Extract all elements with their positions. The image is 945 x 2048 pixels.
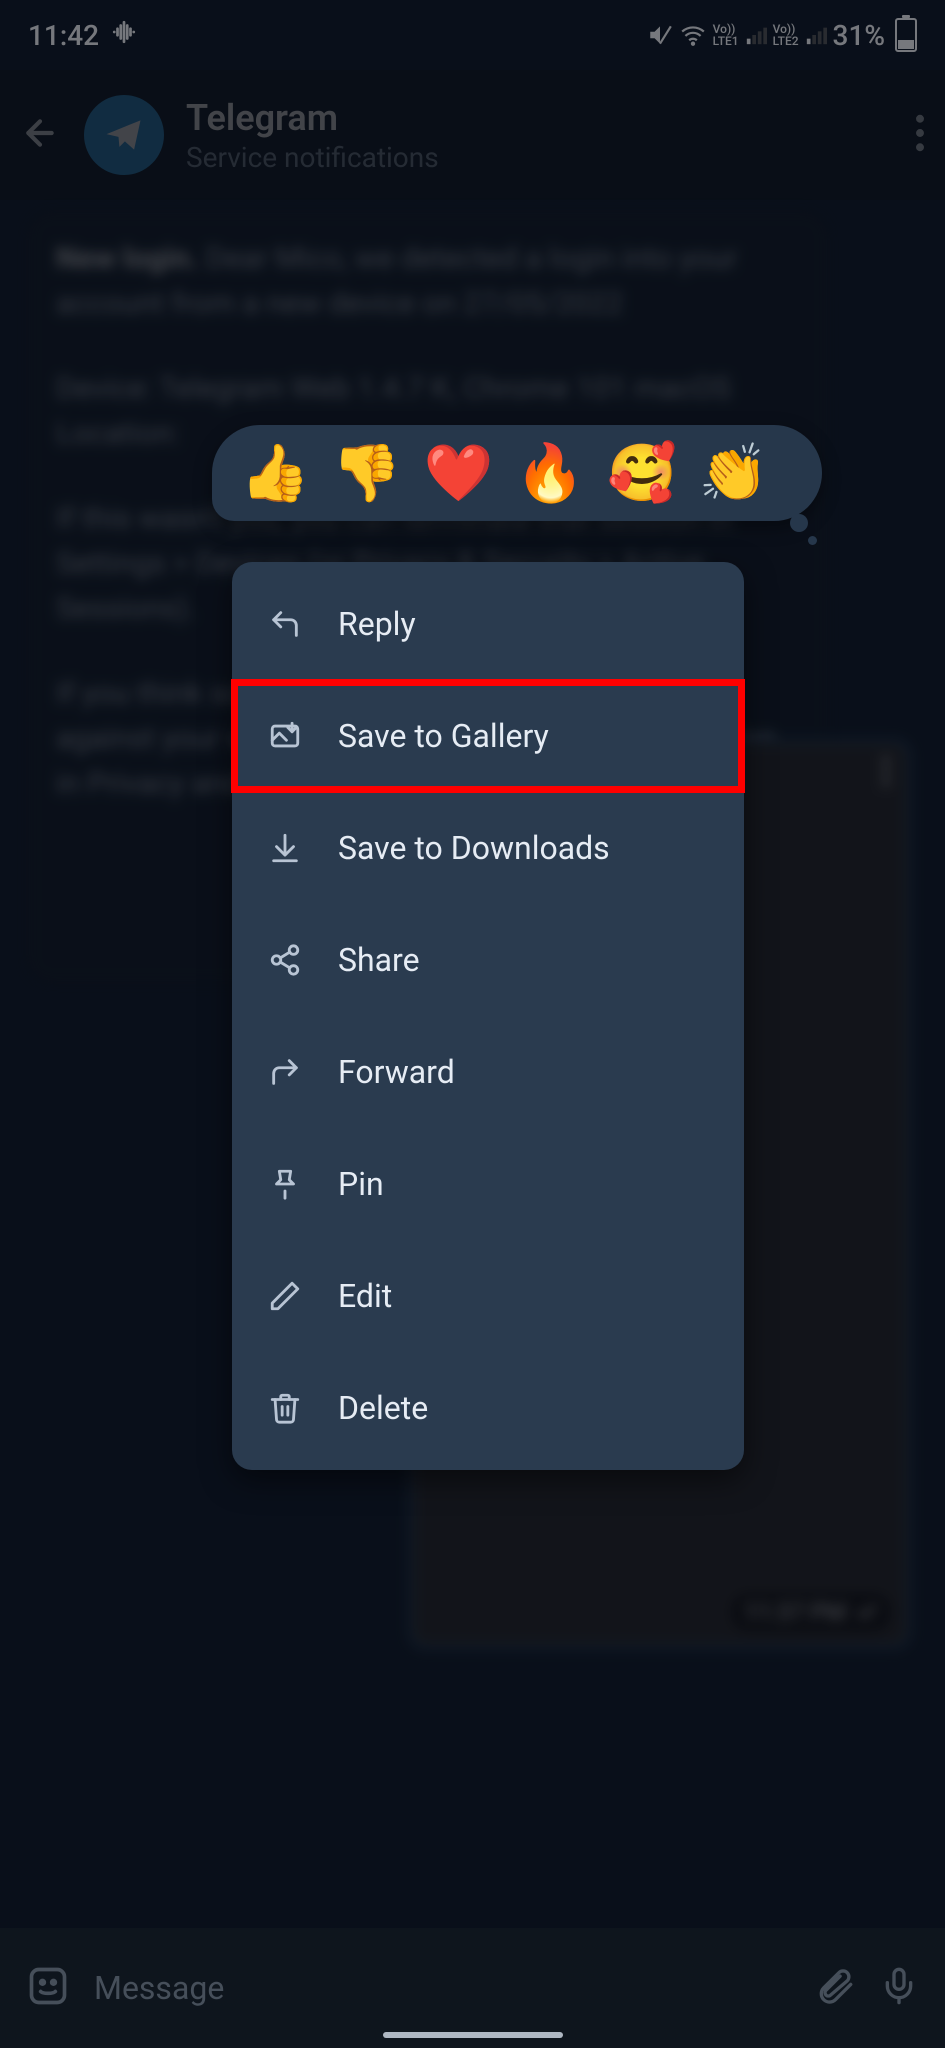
save-gallery-icon [266, 719, 304, 753]
menu-label: Pin [338, 1165, 384, 1203]
menu-label: Share [338, 941, 420, 979]
share-icon [266, 943, 304, 977]
menu-label: Forward [338, 1053, 455, 1091]
reaction-love-face[interactable]: 🥰 [607, 440, 677, 506]
mic-button[interactable] [879, 1966, 919, 2010]
nav-handle[interactable] [383, 2032, 563, 2038]
menu-pin[interactable]: Pin [232, 1128, 744, 1240]
menu-label: Edit [338, 1277, 392, 1315]
menu-edit[interactable]: Edit [232, 1240, 744, 1352]
message-composer: Message [0, 1928, 945, 2048]
reply-icon [266, 607, 304, 641]
download-icon [266, 831, 304, 865]
reaction-thumbs-up[interactable]: 👍 [240, 440, 310, 506]
menu-share[interactable]: Share [232, 904, 744, 1016]
menu-delete[interactable]: Delete [232, 1352, 744, 1464]
edit-icon [266, 1279, 304, 1313]
menu-label: Delete [338, 1389, 428, 1427]
menu-label: Save to Downloads [338, 829, 610, 867]
reaction-heart[interactable]: ❤️ [423, 440, 493, 506]
reaction-fire[interactable]: 🔥 [515, 440, 585, 506]
reaction-thumbs-down[interactable]: 👎 [332, 440, 402, 506]
reactions-bar: 👍 👎 ❤️ 🔥 🥰 👏 😁 [212, 425, 822, 521]
menu-forward[interactable]: Forward [232, 1016, 744, 1128]
menu-save-to-downloads[interactable]: Save to Downloads [232, 792, 744, 904]
emoji-button[interactable] [26, 1964, 70, 2012]
pin-icon [266, 1167, 304, 1201]
reaction-clap[interactable]: 👏 [699, 440, 769, 506]
menu-label: Save to Gallery [338, 717, 549, 755]
message-input[interactable]: Message [94, 1969, 791, 2007]
reaction-grin[interactable]: 😁 [790, 440, 794, 506]
menu-save-to-gallery[interactable]: Save to Gallery [232, 680, 744, 792]
context-menu: Reply Save to Gallery Save to Downloads … [232, 562, 744, 1470]
attach-button[interactable] [815, 1966, 855, 2010]
menu-label: Reply [338, 605, 416, 643]
forward-icon [266, 1055, 304, 1089]
menu-reply[interactable]: Reply [232, 568, 744, 680]
delete-icon [266, 1391, 304, 1425]
